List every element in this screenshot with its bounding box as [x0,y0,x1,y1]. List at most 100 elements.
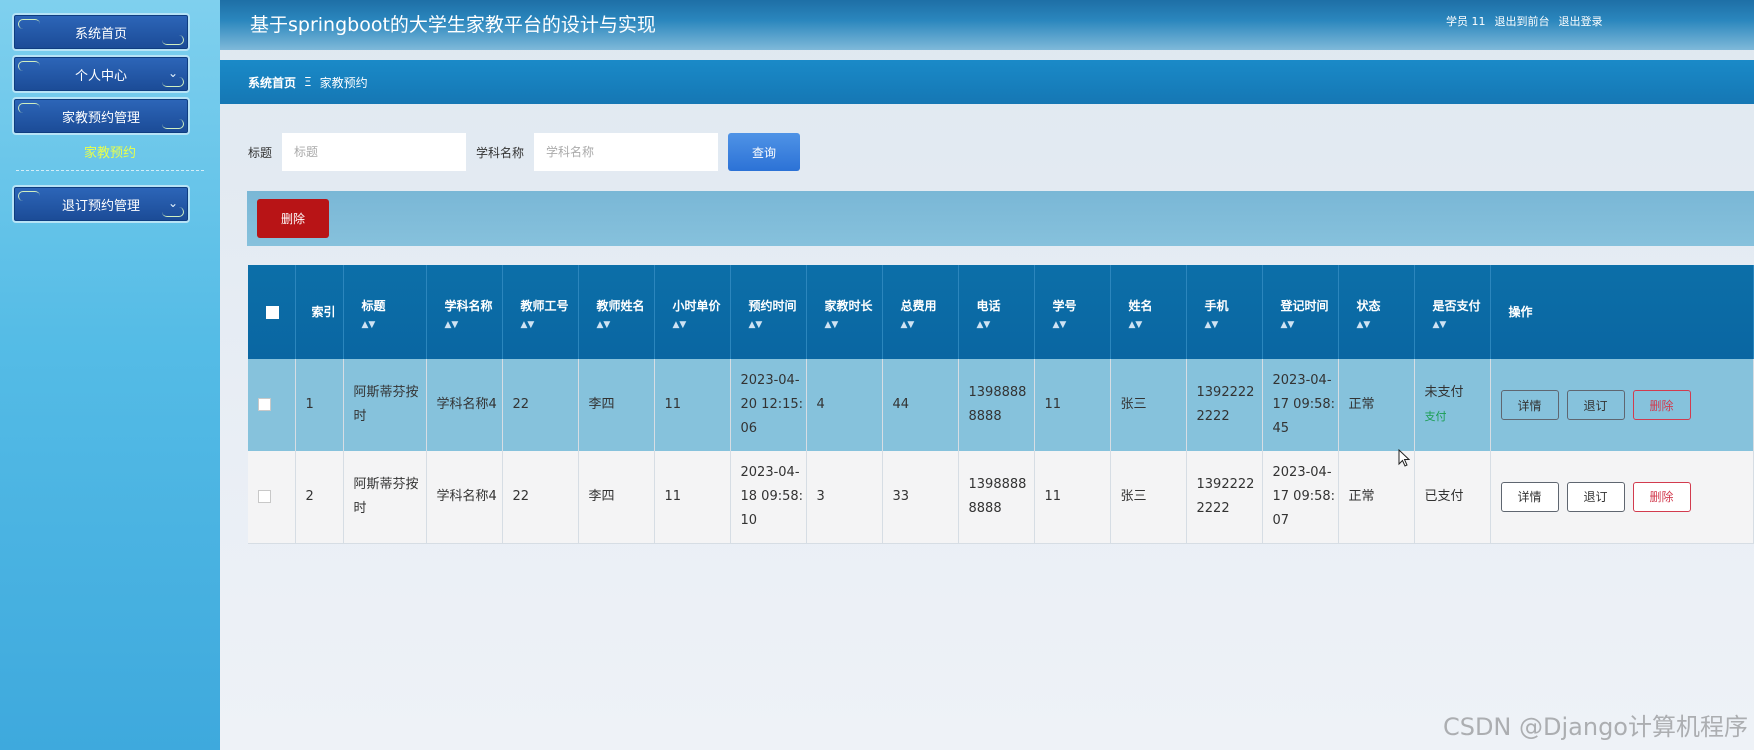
sort-icon[interactable]: ▲▼ [977,319,1034,331]
breadcrumb: 系统首页 Ξ 家教预约 [220,60,1754,104]
back-to-front-link[interactable]: 退出到前台 [1495,13,1550,29]
sidebar: 系统首页 个人中心 ⌄ 家教预约管理 家教预约 退订预约管理 ⌄ [0,0,220,750]
sidebar-item-tutor-booking-management[interactable]: 家教预约管理 [12,97,190,135]
breadcrumb-separator-icon: Ξ [304,75,312,89]
col-header: 是否支付 [1432,299,1481,313]
breadcrumb-current: 家教预约 [319,75,368,90]
title-search-input[interactable] [282,133,467,171]
col-header: 登记时间 [1280,299,1329,313]
cell-mobile: 13922222222 [1186,359,1263,451]
col-student-id[interactable]: 学号 ▲▼ [1034,265,1111,359]
current-user: 学员 11 [1446,15,1486,28]
col-duration[interactable]: 家教时长 ▲▼ [806,265,883,359]
row-checkbox[interactable] [258,398,271,411]
unsubscribe-button[interactable]: 退订 [1566,390,1625,420]
sort-icon[interactable]: ▲▼ [1053,319,1110,331]
app-title: 基于springboot的大学生家教平台的设计与实现 [250,14,656,36]
col-header: 操作 [1508,305,1533,319]
sort-icon[interactable]: ▲▼ [673,319,730,331]
row-select-cell [248,359,296,451]
sort-icon[interactable]: ▲▼ [1433,319,1490,331]
col-header: 手机 [1204,299,1229,313]
unsubscribe-button[interactable]: 退订 [1566,481,1625,512]
search-form: 标题 学科名称 查询 [248,133,801,171]
subject-search-input[interactable] [534,133,719,171]
col-mobile[interactable]: 手机 ▲▼ [1186,265,1263,359]
cell-paid: 未支付 支付 [1414,359,1491,451]
col-phone[interactable]: 电话 ▲▼ [958,265,1035,359]
sidebar-item-home[interactable]: 系统首页 [12,13,190,51]
ornament-icon [162,35,184,45]
col-teacher-name[interactable]: 教师姓名 ▲▼ [578,265,655,359]
top-header: 基于springboot的大学生家教平台的设计与实现 学员 11 退出到前台 退… [220,0,1754,50]
cell-actions: 详情 退订 删除 [1490,359,1754,451]
logout-link[interactable]: 退出登录 [1559,13,1603,29]
sort-icon[interactable]: ▲▼ [445,319,502,331]
col-status[interactable]: 状态 ▲▼ [1338,265,1415,359]
select-all-checkbox[interactable] [266,306,279,319]
cell-student-id: 11 [1034,359,1111,451]
cell-teacher-id: 22 [502,359,579,451]
watermark: CSDN @Django计算机程序 [1442,713,1748,741]
col-subject[interactable]: 学科名称 ▲▼ [426,265,503,359]
sort-icon[interactable]: ▲▼ [1129,319,1186,331]
user-links: 学员 11 退出到前台 退出登录 [1446,13,1603,29]
col-hourly-price[interactable]: 小时单价 ▲▼ [654,265,731,359]
delete-button[interactable]: 删除 [1632,390,1691,420]
col-teacher-id[interactable]: 教师工号 ▲▼ [502,265,579,359]
col-title[interactable]: 标题 ▲▼ [343,265,427,359]
ornament-icon [18,61,40,71]
sidebar-subitem-tutor-booking[interactable]: 家教预约 [0,142,220,161]
paid-status: 未支付 [1424,385,1464,400]
col-name[interactable]: 姓名 ▲▼ [1110,265,1187,359]
delete-button[interactable]: 删除 [1632,481,1691,512]
query-button[interactable]: 查询 [728,133,801,171]
row-select-cell [248,451,296,544]
sidebar-item-personal-center[interactable]: 个人中心 ⌄ [12,55,190,93]
detail-button[interactable]: 详情 [1500,390,1559,420]
col-header: 学科名称 [444,299,493,313]
cell-register-time: 2023-04-17 09:58:45 [1262,359,1339,451]
cell-title: 阿斯蒂芬按时 [343,359,427,451]
col-actions: 操作 [1490,265,1754,359]
subject-label: 学科名称 [476,145,525,160]
table-row: 2 阿斯蒂芬按时 学科名称4 22 李四 11 2023-04-18 09:58… [248,451,1754,544]
sidebar-item-label: 退订预约管理 [61,198,140,214]
pay-link[interactable]: 支付 [1425,405,1490,429]
paid-status: 已支付 [1424,488,1464,504]
sort-icon[interactable]: ▲▼ [1357,319,1414,331]
detail-button[interactable]: 详情 [1500,481,1559,512]
sidebar-item-label: 系统首页 [74,26,127,42]
cell-teacher-name: 李四 [578,451,655,544]
sort-icon[interactable]: ▲▼ [901,319,958,331]
sort-icon[interactable]: ▲▼ [362,319,426,331]
table-header-row: 索引 标题 ▲▼ 学科名称 ▲▼ 教师工号 ▲▼ 教师姓名 ▲▼ 小时单价 ▲▼ 预约时间… [248,265,1754,359]
col-total[interactable]: 总费用 ▲▼ [882,265,959,359]
sort-icon[interactable]: ▲▼ [1281,319,1338,331]
sort-icon[interactable]: ▲▼ [521,319,578,331]
breadcrumb-home[interactable]: 系统首页 [248,74,296,91]
sort-icon[interactable]: ▲▼ [597,319,654,331]
cell-index: 2 [295,451,344,544]
cell-hourly-price: 11 [654,359,731,451]
select-all-cell [248,265,296,359]
cell-subject: 学科名称4 [426,451,503,544]
cell-hourly-price: 11 [654,451,731,544]
divider [16,170,204,171]
cell-paid: 已支付 [1414,451,1491,544]
sidebar-item-unsubscribe-management[interactable]: 退订预约管理 ⌄ [12,185,190,223]
sort-icon[interactable]: ▲▼ [825,319,882,331]
row-checkbox[interactable] [258,489,271,503]
col-header: 学号 [1052,299,1077,313]
col-appoint-time[interactable]: 预约时间 ▲▼ [730,265,807,359]
batch-delete-button[interactable]: 删除 [257,199,329,238]
col-paid[interactable]: 是否支付 ▲▼ [1414,265,1491,359]
ornament-icon [162,77,184,87]
cell-index: 1 [295,359,344,451]
cell-phone: 13988888888 [958,451,1035,544]
sort-icon[interactable]: ▲▼ [1205,319,1262,331]
cell-appoint-time: 2023-04-18 09:58:10 [730,451,807,544]
col-register-time[interactable]: 登记时间 ▲▼ [1262,265,1339,359]
sort-icon[interactable]: ▲▼ [749,319,806,331]
ornament-icon [18,103,40,113]
